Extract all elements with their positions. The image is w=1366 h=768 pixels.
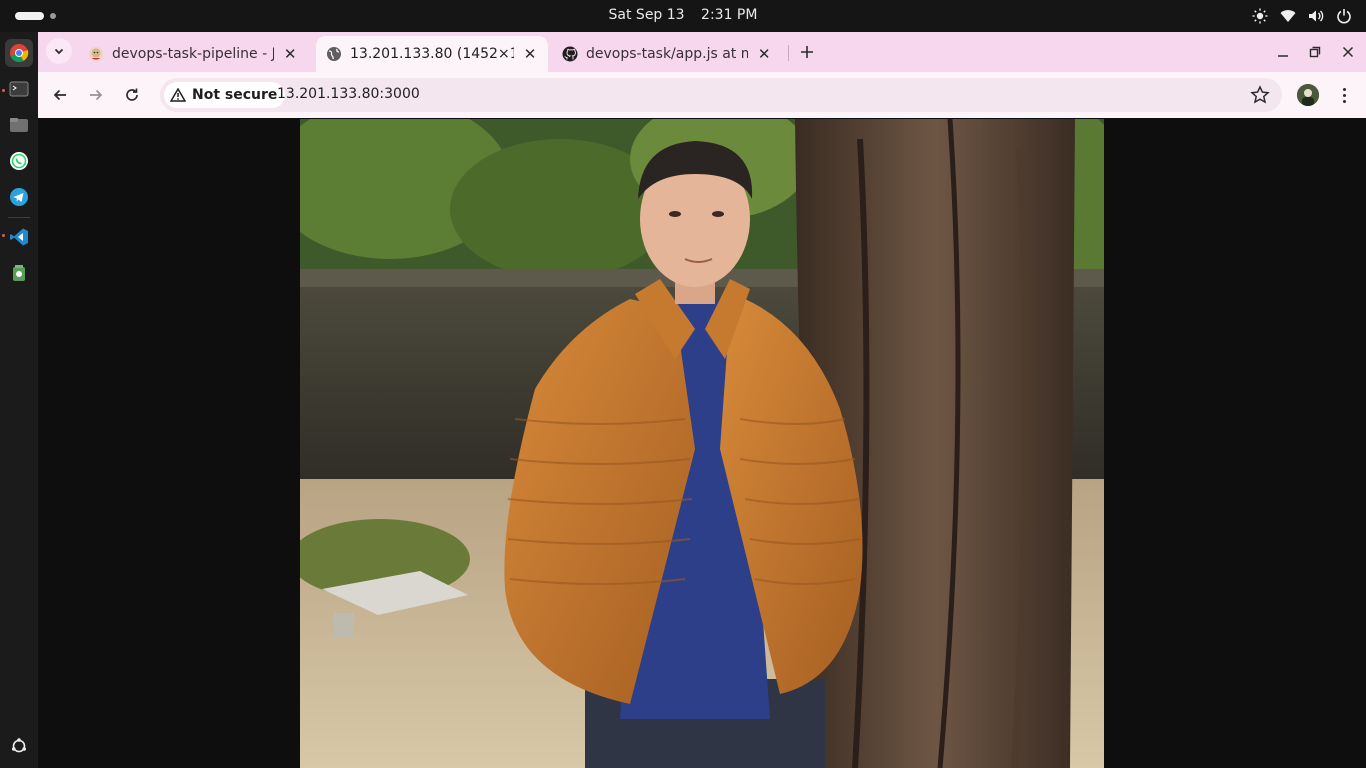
terminal-icon [9, 81, 29, 97]
brightness-icon[interactable] [1252, 8, 1268, 24]
power-icon[interactable] [1336, 8, 1352, 24]
wifi-icon[interactable] [1280, 8, 1296, 24]
tab-search-button[interactable] [46, 38, 72, 64]
menu-dot [1342, 87, 1346, 91]
browser-menu-button[interactable] [1334, 84, 1354, 106]
dock [0, 32, 38, 768]
menu-dot [1342, 99, 1346, 103]
warning-icon [170, 88, 186, 102]
plus-icon [801, 46, 813, 58]
url-text[interactable]: 13.201.133.80:3000 [277, 86, 420, 102]
volume-icon[interactable] [1308, 8, 1324, 24]
dock-vscode[interactable] [5, 223, 33, 251]
github-icon [562, 46, 578, 62]
telegram-icon [10, 188, 28, 206]
tab-title: devops-task/app.js at ma [586, 46, 749, 62]
forward-button[interactable] [84, 83, 108, 107]
minimize-icon [1278, 55, 1288, 57]
close-tab-icon[interactable]: ✕ [282, 45, 298, 63]
tab-title: 13.201.133.80 (1452×11 [350, 46, 515, 62]
site-security-chip[interactable]: Not secure [164, 82, 286, 108]
system-top-bar: Sat Sep 13 2:31 PM [0, 0, 1366, 32]
back-arrow-icon [53, 89, 66, 101]
new-tab-button[interactable] [795, 40, 819, 64]
dock-telegram[interactable] [5, 183, 33, 211]
profile-avatar[interactable] [1297, 84, 1319, 106]
close-tab-icon[interactable]: ✕ [756, 45, 772, 63]
globe-icon [326, 46, 342, 62]
dock-separator [8, 217, 30, 218]
ubuntu-apps-icon [12, 738, 26, 753]
trash-icon [13, 265, 25, 281]
avatar-icon [1297, 84, 1319, 106]
close-window-button[interactable] [1338, 42, 1358, 62]
tab-active-image[interactable]: 13.201.133.80 (1452×11 ✕ [316, 36, 548, 72]
page-viewport [38, 119, 1366, 768]
time-label: 2:31 PM [701, 7, 758, 23]
security-label: Not secure [192, 87, 278, 103]
tab-github[interactable]: devops-task/app.js at ma ✕ [552, 36, 782, 72]
displayed-photo[interactable] [300, 119, 1104, 768]
browser-toolbar: Not secure 13.201.133.80:3000 [38, 72, 1366, 118]
dock-terminal[interactable] [5, 75, 33, 103]
close-tab-icon[interactable]: ✕ [522, 45, 538, 63]
jenkins-icon [88, 46, 104, 62]
chrome-icon [10, 44, 29, 63]
restore-button[interactable] [1305, 42, 1325, 62]
reload-button[interactable] [120, 83, 144, 107]
vscode-icon [10, 228, 28, 246]
bookmark-star-icon[interactable] [1250, 85, 1270, 105]
folder-icon [10, 118, 28, 132]
menu-dot [1342, 93, 1346, 97]
tab-strip: devops-task-pipeline - Je ✕ 13.201.133.8… [38, 32, 1366, 72]
tab-title: devops-task-pipeline - Je [112, 46, 275, 62]
address-bar[interactable]: Not secure 13.201.133.80:3000 [160, 78, 1282, 112]
whatsapp-icon [10, 152, 28, 170]
tab-jenkins[interactable]: devops-task-pipeline - Je ✕ [78, 36, 308, 72]
date-label: Sat Sep 13 [608, 7, 685, 23]
forward-arrow-icon [90, 89, 103, 101]
dock-whatsapp[interactable] [5, 147, 33, 175]
dock-show-apps[interactable] [5, 732, 33, 760]
restore-icon [1309, 46, 1321, 58]
dock-trash[interactable] [5, 259, 33, 287]
minimize-button[interactable] [1273, 42, 1293, 62]
reload-icon [126, 88, 138, 101]
clock[interactable]: Sat Sep 13 2:31 PM [0, 7, 1366, 23]
dock-files[interactable] [5, 111, 33, 139]
browser-window: devops-task-pipeline - Je ✕ 13.201.133.8… [38, 32, 1366, 768]
close-icon [1342, 46, 1354, 58]
back-button[interactable] [48, 83, 72, 107]
chevron-down-icon [54, 48, 64, 55]
photo-illustration [300, 119, 1104, 768]
tab-separator [788, 45, 789, 61]
dock-chrome[interactable] [5, 39, 33, 67]
system-tray[interactable] [1252, 8, 1352, 24]
